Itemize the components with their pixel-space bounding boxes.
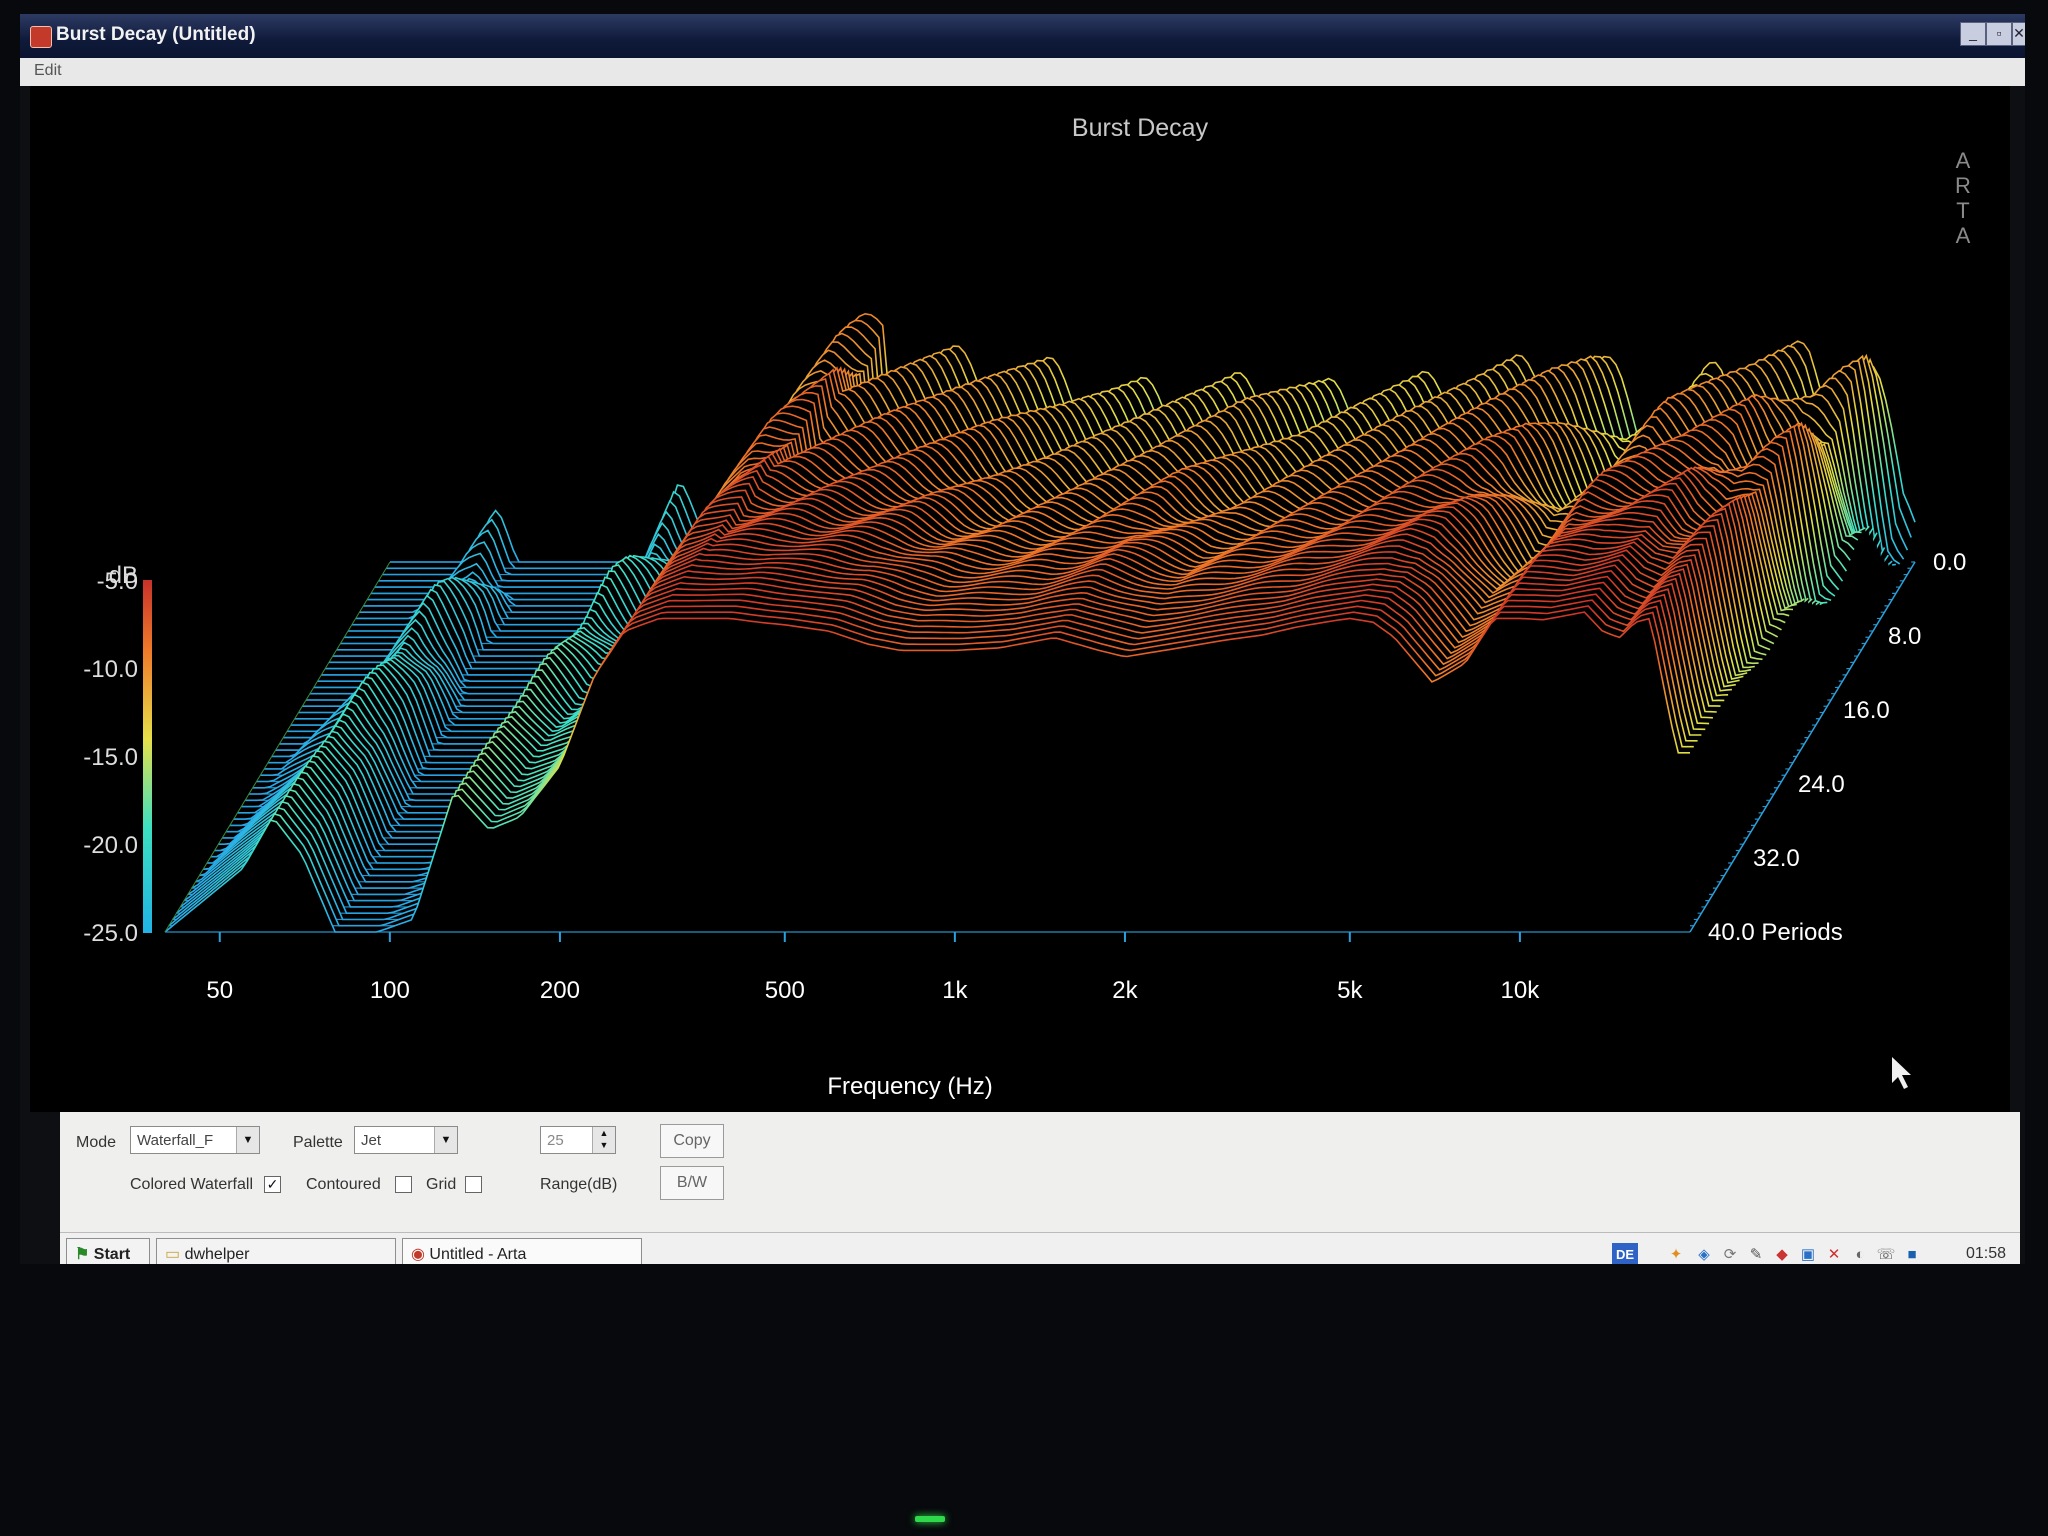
y-tick-label: -15.0 — [83, 744, 138, 771]
x-tick-label: 10k — [1501, 977, 1541, 1004]
controls-panel: Mode Waterfall_F ▼ Palette Jet ▼ 25 ▲ ▼ C… — [60, 1112, 2020, 1232]
window-titlebar[interactable]: Burst Decay (Untitled) _ ▫ ✕ — [20, 14, 2025, 58]
range-label: Range(dB) — [540, 1176, 618, 1193]
range-value: 25 — [547, 1132, 564, 1149]
y-tick-label: -20.0 — [83, 832, 138, 859]
x-tick-label: 1k — [942, 977, 968, 1004]
z-tick-label: 24.0 — [1798, 771, 1845, 798]
tray-icon[interactable]: ■ — [1902, 1246, 1922, 1264]
mode-label: Mode — [76, 1134, 117, 1151]
palette-label: Palette — [293, 1134, 343, 1151]
palette-value: Jet — [361, 1132, 382, 1149]
y-ticks: -5.0 -10.0 -15.0 -20.0 -25.0 — [83, 568, 138, 947]
chevron-down-icon: ▼ — [236, 1127, 259, 1153]
waterfall-slices — [164, 312, 1916, 933]
grid-label: Grid — [426, 1176, 457, 1193]
windows-flag-icon: ⚑ — [75, 1246, 90, 1263]
tray-icon[interactable]: ⟳ — [1720, 1246, 1740, 1264]
watermark-letter: A — [1956, 223, 1971, 248]
grid-checkbox[interactable] — [465, 1176, 482, 1193]
watermark-letter: R — [1955, 173, 1971, 198]
color-scale-bar — [143, 580, 152, 933]
tray-icon[interactable]: ◐ — [1850, 1246, 1870, 1264]
x-tick-label: 100 — [370, 977, 410, 1004]
watermark-letter: T — [1956, 198, 1969, 223]
chart-title: Burst Decay — [1072, 114, 1209, 142]
clock: 01:58 — [1965, 1245, 2006, 1262]
minimize-button[interactable]: _ — [1960, 22, 1986, 46]
power-led — [915, 1516, 945, 1522]
y-tick-label: -10.0 — [83, 656, 138, 683]
taskbar-item-label: Untitled - Arta — [429, 1246, 527, 1263]
screen: Burst Decay (Untitled) _ ▫ ✕ Edit Burst … — [20, 14, 2025, 1264]
tray-icon[interactable]: ✦ — [1666, 1246, 1686, 1264]
colored-waterfall-checkbox[interactable]: ✓ — [264, 1176, 281, 1193]
waterfall-chart: Burst Decay ARTA dB -5.0-10.0-15.0-20.0-… — [83, 114, 1971, 1100]
mode-select[interactable]: Waterfall_F ▼ — [130, 1126, 260, 1154]
close-button[interactable]: ✕ — [2012, 22, 2025, 46]
palette-select[interactable]: Jet ▼ — [354, 1126, 458, 1154]
watermark-letter: A — [1956, 148, 1971, 173]
x-tick-label: 500 — [765, 977, 805, 1004]
x-tick-label: 5k — [1337, 977, 1363, 1004]
language-indicator[interactable]: DE — [1612, 1243, 1638, 1264]
taskbar-item-label: dwhelper — [184, 1246, 250, 1263]
tray-icon[interactable]: ☏ — [1876, 1246, 1896, 1264]
bw-button[interactable]: B/W — [660, 1166, 724, 1200]
maximize-button[interactable]: ▫ — [1986, 22, 2012, 46]
x-tick-label: 50 — [206, 977, 233, 1004]
z-tick-label: 16.0 — [1843, 697, 1890, 724]
arta-app-icon: ◉ — [411, 1246, 425, 1263]
tray-icon[interactable]: ✕ — [1824, 1246, 1844, 1264]
taskbar-item-arta[interactable]: ◉ Untitled - Arta — [402, 1238, 642, 1264]
menu-bar: Edit — [20, 58, 2025, 86]
window-title: Burst Decay (Untitled) — [56, 24, 256, 45]
start-label: Start — [93, 1246, 131, 1263]
x-tick-label: 2k — [1112, 977, 1138, 1004]
z-tick-label: 32.0 — [1753, 845, 1800, 872]
z-tick-label: 40.0 Periods — [1708, 919, 1843, 946]
contoured-label: Contoured — [306, 1176, 381, 1193]
chart-panel: Burst Decay ARTA dB -5.0 -10.0 -15.0 -20.0-… — [30, 86, 2010, 1112]
taskbar: ⚑ Start ▭ dwhelper ◉ Untitled - Arta DE … — [60, 1232, 2020, 1264]
mode-value: Waterfall_F — [137, 1132, 214, 1149]
x-ticks: 50 100 200 500 1k 2k 5k 10k — [206, 932, 1540, 1004]
menu-edit[interactable]: Edit — [34, 62, 62, 80]
arta-watermark: ARTA — [1955, 148, 1971, 248]
y-tick-label: -25.0 — [83, 920, 138, 947]
tray-icon[interactable]: ◈ — [1694, 1246, 1714, 1264]
x-tick-label: 200 — [540, 977, 580, 1004]
mouse-cursor-icon — [1892, 1057, 1911, 1089]
contoured-checkbox[interactable] — [395, 1176, 412, 1193]
spinner-arrows-icon[interactable]: ▲ ▼ — [592, 1127, 615, 1153]
tray-icon[interactable]: ✎ — [1746, 1246, 1766, 1264]
folder-icon: ▭ — [165, 1246, 181, 1263]
y-tick-label: -5.0 — [97, 568, 138, 595]
taskbar-item-dwhelper[interactable]: ▭ dwhelper — [156, 1238, 396, 1264]
copy-button[interactable]: Copy — [660, 1124, 724, 1158]
z-tick-label: 8.0 — [1888, 623, 1921, 650]
start-button[interactable]: ⚑ Start — [66, 1238, 150, 1264]
tray-icon[interactable]: ◆ — [1772, 1246, 1792, 1264]
app-icon — [30, 26, 52, 48]
range-spinner[interactable]: 25 ▲ ▼ — [540, 1126, 616, 1154]
chevron-down-icon: ▼ — [434, 1127, 457, 1153]
z-tick-label: 0.0 — [1933, 549, 1966, 576]
tray-icon[interactable]: ▣ — [1798, 1246, 1818, 1264]
x-axis-label: Frequency (Hz) — [827, 1073, 992, 1100]
colored-waterfall-label: Colored Waterfall — [130, 1176, 254, 1193]
